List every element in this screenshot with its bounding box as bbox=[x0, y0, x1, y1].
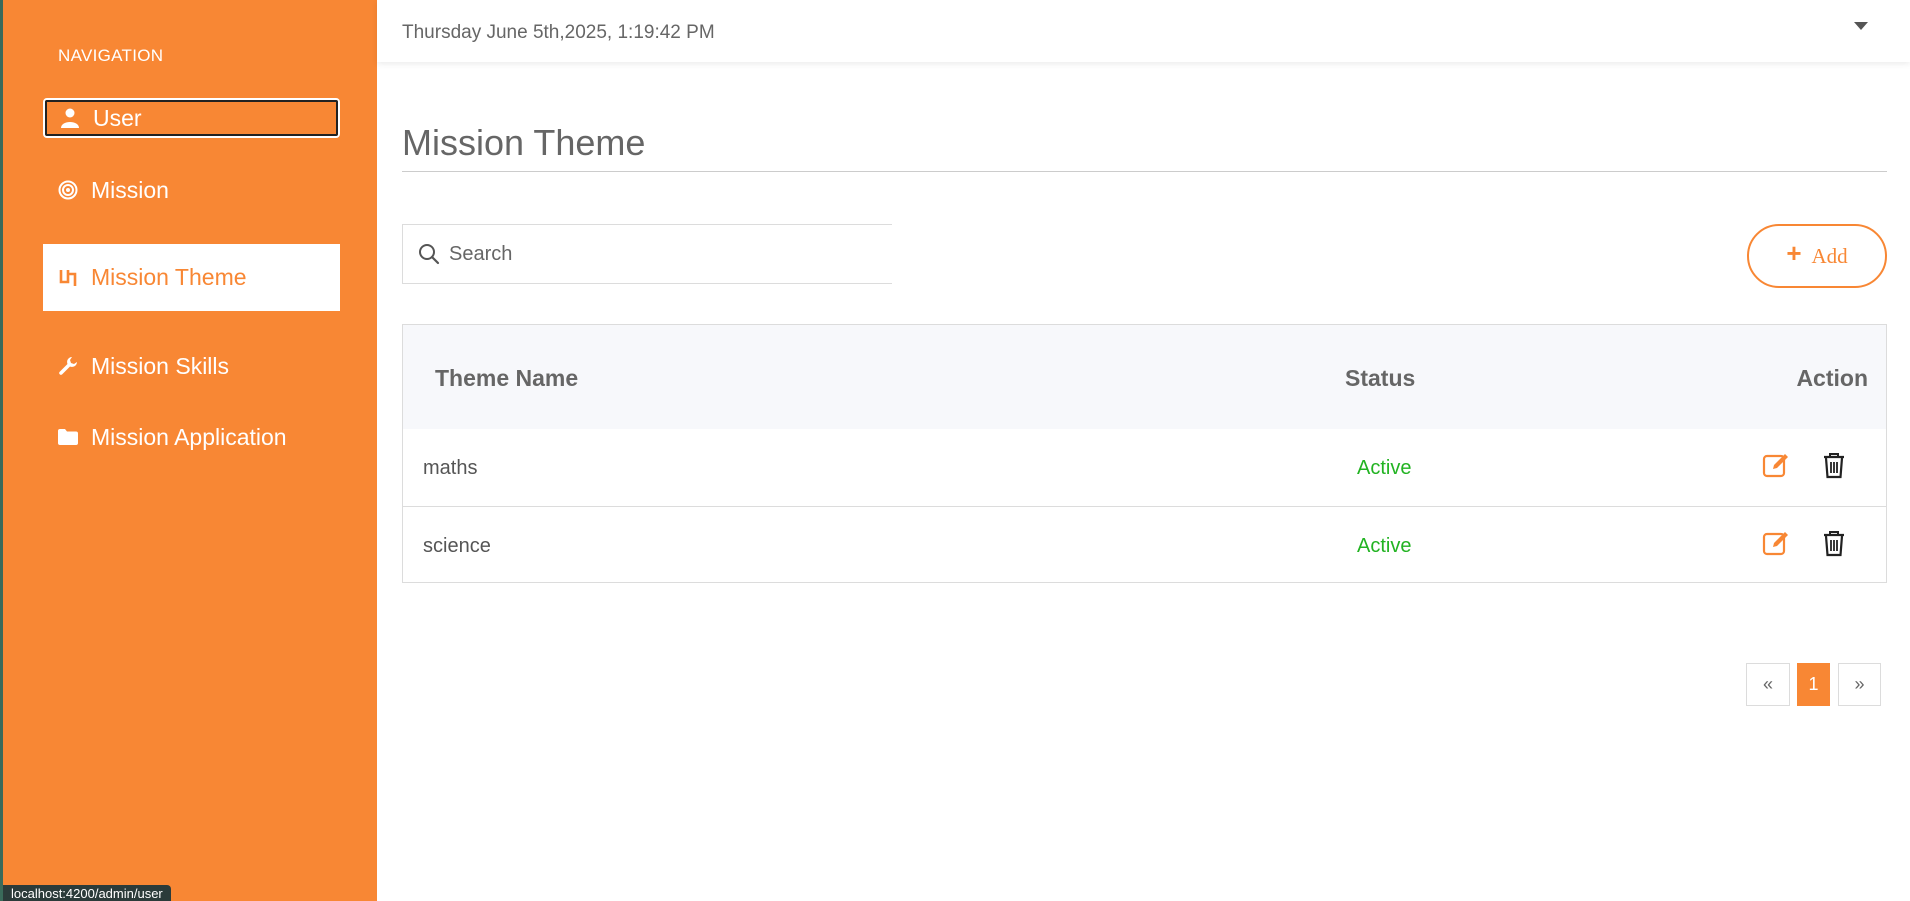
column-header-status: Status bbox=[1345, 365, 1416, 391]
top-bar: Thursday June 5th,2025, 1:19:42 PM bbox=[377, 0, 1910, 62]
plus-icon: + bbox=[1786, 237, 1802, 268]
pagination-next-button[interactable]: » bbox=[1838, 663, 1881, 706]
wrench-icon bbox=[57, 355, 79, 377]
trash-icon[interactable] bbox=[1820, 451, 1848, 479]
add-button[interactable]: + Add bbox=[1747, 224, 1887, 288]
chevron-down-icon[interactable] bbox=[1854, 22, 1868, 30]
add-button-label: Add bbox=[1811, 243, 1848, 268]
target-icon bbox=[57, 179, 79, 201]
edit-icon[interactable] bbox=[1762, 529, 1790, 557]
theme-name-cell: maths bbox=[423, 457, 478, 479]
theme-icon bbox=[57, 267, 79, 289]
folder-icon bbox=[57, 426, 79, 448]
table-row: science Active bbox=[403, 506, 1886, 583]
table-row: maths Active bbox=[403, 429, 1886, 506]
status-cell: Active bbox=[1357, 457, 1412, 479]
sidebar: NAVIGATION User Mission Mission Theme Mi… bbox=[0, 0, 377, 901]
trash-icon[interactable] bbox=[1820, 529, 1848, 557]
pagination-page-button[interactable]: 1 bbox=[1797, 663, 1830, 706]
search-box bbox=[402, 224, 892, 284]
nav-heading: NAVIGATION bbox=[58, 46, 164, 65]
theme-table: Theme Name Status Action maths Active sc… bbox=[402, 324, 1887, 583]
sidebar-item-label: User bbox=[93, 104, 142, 131]
status-cell: Active bbox=[1357, 535, 1412, 557]
search-icon bbox=[419, 244, 440, 265]
sidebar-item-mission-application[interactable]: Mission Application bbox=[43, 417, 340, 457]
sidebar-item-label: Mission bbox=[91, 176, 169, 203]
sidebar-item-mission-skills[interactable]: Mission Skills bbox=[43, 346, 340, 386]
status-url: localhost:4200/admin/user bbox=[3, 885, 171, 901]
sidebar-item-mission[interactable]: Mission bbox=[43, 170, 340, 210]
sidebar-item-label: Mission Application bbox=[91, 423, 287, 450]
sidebar-item-label: Mission Skills bbox=[91, 352, 230, 379]
sidebar-item-user[interactable]: User bbox=[43, 98, 340, 138]
table-header: Theme Name Status Action bbox=[403, 325, 1886, 429]
title-divider bbox=[402, 171, 1887, 172]
theme-name-cell: science bbox=[423, 535, 491, 557]
page-title: Mission Theme bbox=[402, 122, 646, 163]
edit-icon[interactable] bbox=[1762, 451, 1790, 479]
column-header-action: Action bbox=[1796, 365, 1868, 391]
pagination-prev-button[interactable]: « bbox=[1746, 663, 1790, 706]
datetime: Thursday June 5th,2025, 1:19:42 PM bbox=[402, 22, 715, 43]
search-input[interactable] bbox=[449, 242, 849, 266]
user-icon bbox=[59, 107, 81, 129]
column-header-theme-name: Theme Name bbox=[435, 365, 579, 391]
sidebar-item-label: Mission Theme bbox=[91, 264, 247, 290]
sidebar-item-mission-theme[interactable]: Mission Theme bbox=[43, 244, 340, 311]
